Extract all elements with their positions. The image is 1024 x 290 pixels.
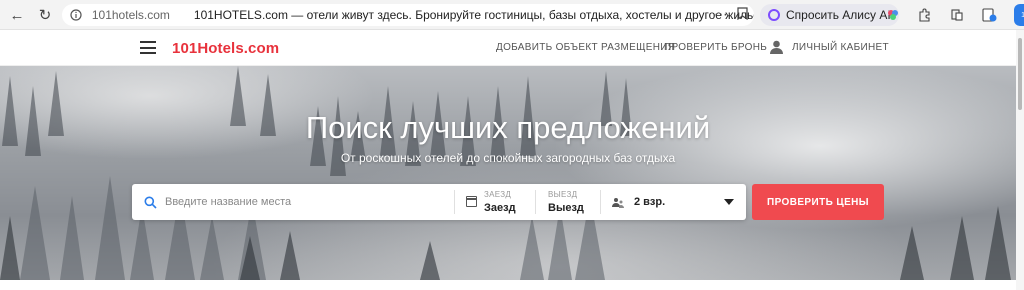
place-field[interactable] <box>132 184 448 220</box>
bookmark-icon[interactable] <box>737 7 748 25</box>
page-title: 101HOTELS.com — отели живут здесь. Брони… <box>193 8 754 22</box>
checkin-value: Заезд <box>484 202 516 214</box>
alice-icon <box>768 9 780 21</box>
downloads-icon[interactable]: 10 <box>1010 4 1024 26</box>
divider <box>535 190 536 214</box>
check-prices-button[interactable]: ПРОВЕРИТЬ ЦЕНЫ <box>752 184 884 220</box>
scrollbar[interactable] <box>1016 30 1024 290</box>
address-bar[interactable]: 101hotels.com 101HOTELS.com — отели живу… <box>62 4 754 26</box>
guests-select[interactable]: 2 взр. <box>610 184 746 220</box>
site-header: 101Hotels.com ДОБАВИТЬ ОБЪЕКТ РАЗМЕЩЕНИЯ… <box>0 30 1016 66</box>
check-booking-link[interactable]: ПРОВЕРИТЬ БРОНЬ <box>664 42 767 53</box>
collections-icon[interactable] <box>882 4 904 26</box>
chevron-down-icon <box>724 199 734 205</box>
browser-toolbar: ← ↻ 101hotels.com 101HOTELS.com — отели … <box>0 0 1024 30</box>
search-icon <box>144 196 157 209</box>
hero-banner: Поиск лучших предложений От роскошных от… <box>0 66 1016 280</box>
place-input[interactable] <box>165 196 445 208</box>
extensions-icon[interactable] <box>914 4 936 26</box>
more-icon[interactable]: ⋯ <box>714 6 728 23</box>
menu-icon[interactable] <box>140 41 156 54</box>
hero-title: Поиск лучших предложений <box>305 110 711 145</box>
user-icon[interactable] <box>770 40 783 54</box>
checkin-label: ЗАЕЗД <box>484 190 512 199</box>
site-info-icon[interactable] <box>70 8 84 22</box>
address-url: 101hotels.com <box>91 8 170 22</box>
search-form: ЗАЕЗД Заезд ВЫЕЗД Выезд 2 взр. <box>132 184 746 220</box>
checkout-label: ВЫЕЗД <box>548 190 578 199</box>
scrollbar-thumb[interactable] <box>1018 38 1022 110</box>
ask-alice-button[interactable]: Спросить Алису AI <box>760 4 899 26</box>
forest-background <box>0 66 1011 280</box>
downloads-badge: 10 <box>1014 4 1024 26</box>
reload-icon[interactable]: ↻ <box>32 2 58 28</box>
site-logo[interactable]: 101Hotels.com <box>172 40 279 57</box>
calendar-icon <box>465 196 477 207</box>
ask-alice-label: Спросить Алису AI <box>786 8 891 22</box>
profile-icon[interactable] <box>978 4 1000 26</box>
hero-subtitle: От роскошных отелей до спокойных загород… <box>340 151 676 165</box>
guests-value: 2 взр. <box>634 196 666 208</box>
divider <box>600 190 601 214</box>
divider <box>454 190 455 214</box>
guests-icon <box>612 198 624 208</box>
checkin-field[interactable]: ЗАЕЗД Заезд <box>484 184 542 220</box>
back-icon[interactable]: ← <box>4 2 30 28</box>
add-property-link[interactable]: ДОБАВИТЬ ОБЪЕКТ РАЗМЕЩЕНИЯ <box>496 42 675 53</box>
checkout-field[interactable]: ВЫЕЗД Выезд <box>548 184 604 220</box>
page-content-start <box>0 280 1016 290</box>
screenshot-icon[interactable] <box>946 4 968 26</box>
account-link[interactable]: ЛИЧНЫЙ КАБИНЕТ <box>792 42 889 53</box>
checkout-value: Выезд <box>548 202 584 214</box>
